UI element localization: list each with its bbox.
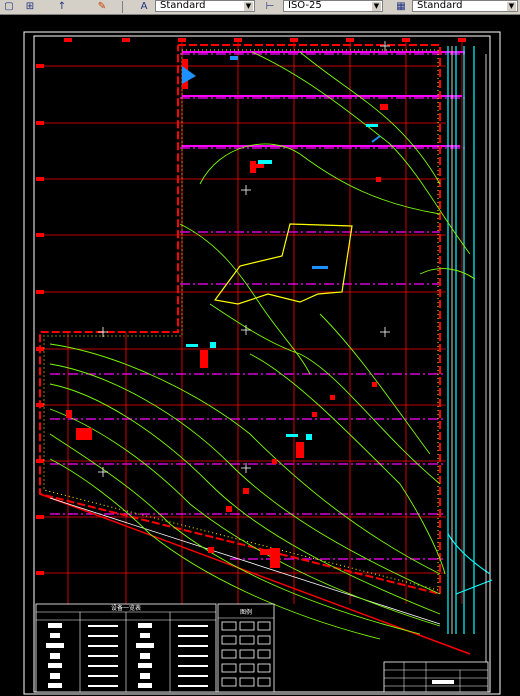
legend-title: 图例 (240, 608, 252, 616)
toolbar: ▢ ⊞ ↑ ✎ A Standard ▼ ⊢ ISO-25 ▼ ▦ Standa… (0, 0, 520, 15)
chevron-down-icon[interactable]: ▼ (372, 2, 381, 11)
chevron-down-icon[interactable]: ▼ (507, 2, 516, 11)
text-style-value: Standard (160, 0, 206, 11)
table-style-combo[interactable]: Standard ▼ (412, 0, 518, 12)
equipment-table: 设备一览表 (35, 603, 217, 693)
road-centerlines (50, 53, 465, 560)
drawing-canvas[interactable]: 设备一览表 图例 (0, 14, 520, 696)
grid-vertical-lines (67, 42, 463, 604)
survey-crosshairs (98, 41, 390, 477)
inner-frame (33, 35, 491, 693)
match-prop-icon[interactable]: ✎ (96, 1, 108, 12)
new-icon[interactable]: ▢ (3, 1, 15, 12)
table-style-value: Standard (417, 0, 463, 11)
grid-horizontal-lines (36, 65, 446, 574)
pan-icon[interactable]: ↑ (56, 1, 68, 12)
grid-top-markers (64, 38, 466, 42)
dim-style-value: ISO-25 (288, 0, 322, 11)
title-block (383, 661, 489, 693)
right-road-white (451, 46, 487, 674)
chevron-down-icon[interactable]: ▼ (244, 2, 253, 11)
layers-icon[interactable]: ⊞ (24, 1, 36, 12)
equipment-markers (66, 59, 388, 568)
text-style-combo[interactable]: Standard ▼ (155, 0, 255, 12)
legend-table: 图例 (217, 603, 275, 693)
dim-style-combo[interactable]: ISO-25 ▼ (283, 0, 383, 12)
table-style-icon[interactable]: ▦ (395, 1, 407, 12)
equipment-table-title: 设备一览表 (111, 604, 141, 612)
text-style-icon[interactable]: A (138, 1, 150, 12)
toolbar-separator (122, 1, 123, 13)
outer-frame (23, 31, 501, 695)
dim-style-icon[interactable]: ⊢ (264, 1, 276, 12)
right-road (447, 46, 493, 634)
grid-left-markers (36, 64, 44, 575)
property-boundary (39, 44, 441, 596)
